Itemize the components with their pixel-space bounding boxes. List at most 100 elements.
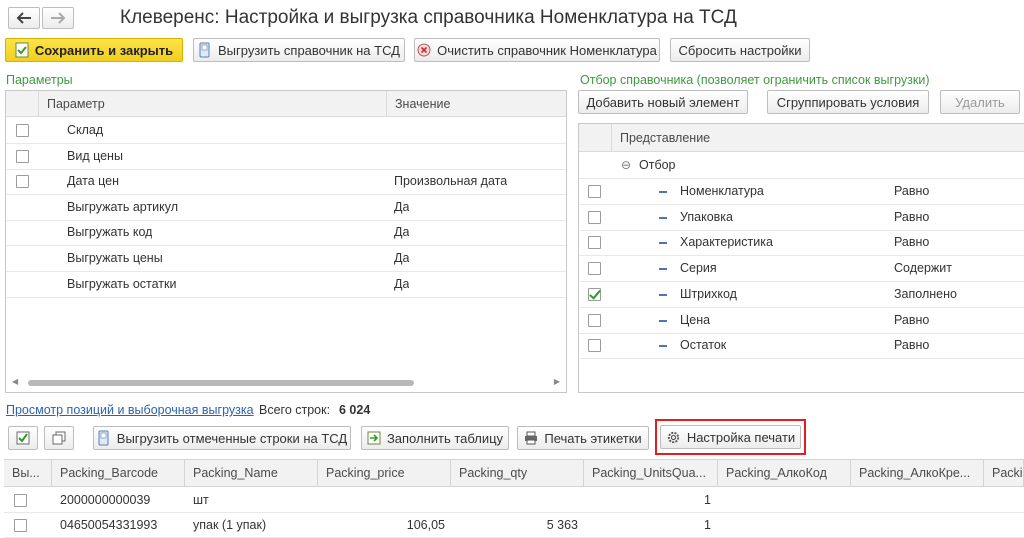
param-name: Выгружать остатки	[67, 276, 177, 291]
print-labels-button[interactable]: Печать этикетки	[517, 426, 649, 450]
filter-row[interactable]: Серия Содержит	[579, 256, 1024, 283]
param-value[interactable]: Да	[394, 220, 409, 245]
params-row[interactable]: Дата цен Произвольная дата	[6, 169, 566, 196]
grid-row-checkbox[interactable]	[14, 494, 27, 507]
filter-field-name: Серия	[680, 261, 717, 276]
filter-row[interactable]: Штрихкод Заполнено	[579, 282, 1024, 308]
filter-header-repr[interactable]: Представление	[611, 124, 1024, 152]
printer-icon	[524, 430, 538, 446]
params-section-label: Параметры	[6, 73, 73, 87]
back-button[interactable]	[8, 7, 40, 29]
clear-icon	[417, 42, 431, 58]
grid-header-cell[interactable]: Packing_АлкоКод	[718, 460, 851, 486]
upload-selected-label: Выгрузить отмеченные строки на ТСД	[116, 430, 348, 446]
group-conditions-button[interactable]: Сгруппировать условия	[767, 90, 929, 114]
clear-catalog-button[interactable]: Очистить справочник Номенклатура	[414, 38, 660, 62]
filter-condition[interactable]: Равно	[894, 179, 929, 204]
total-rows-label: Всего строк:	[259, 403, 331, 417]
uncheck-all-button[interactable]	[44, 426, 74, 450]
filter-condition[interactable]: Равно	[894, 205, 929, 230]
grid-cell-barcode: 2000000000039	[60, 493, 151, 507]
save-close-button[interactable]: Сохранить и закрыть	[5, 38, 183, 62]
grid-row-checkbox[interactable]	[14, 519, 27, 532]
filter-condition[interactable]: Равно	[894, 333, 929, 358]
param-value[interactable]: Да	[394, 272, 409, 297]
filter-condition[interactable]: Заполнено	[894, 282, 957, 307]
grid-row[interactable]: 04650054331993 упак (1 упак) 106,05 5 363 1	[4, 513, 1024, 538]
grid-header-cell[interactable]: Вы...	[4, 460, 52, 486]
grid-header-cell[interactable]: Packing_price	[318, 460, 451, 486]
add-element-button[interactable]: Добавить новый элемент	[578, 90, 748, 114]
filter-section-label: Отбор справочника (позволяет ограничить …	[580, 73, 930, 87]
filter-field-name: Остаток	[680, 338, 727, 353]
grid-header-cell[interactable]: Packing_Barcode	[52, 460, 185, 486]
filter-row[interactable]: Упаковка Равно	[579, 205, 1024, 231]
filter-condition[interactable]: Содержит	[894, 256, 952, 281]
param-checkbox[interactable]	[16, 149, 29, 163]
param-checkbox[interactable]	[16, 124, 29, 137]
params-row[interactable]: Выгружать код Да	[6, 220, 566, 247]
total-rows-value: 6 024	[339, 403, 371, 417]
params-row[interactable]: Выгружать остатки Да	[6, 272, 566, 298]
params-table: Параметр Значение Склад Вид цены Дата цен П…	[5, 90, 567, 393]
filter-condition[interactable]: Равно	[894, 230, 929, 255]
filter-row[interactable]: Номенклатура Равно	[579, 179, 1024, 205]
reset-settings-button[interactable]: Сбросить настройки	[670, 38, 810, 62]
grid-cell-name: шт	[193, 493, 209, 507]
filter-checkbox[interactable]	[588, 236, 601, 250]
grid-cell-name: упак (1 упак)	[193, 518, 267, 532]
params-scrollbar[interactable]: ◀ ▶	[12, 377, 560, 386]
filter-checkbox[interactable]	[588, 185, 601, 198]
param-checkbox[interactable]	[16, 175, 29, 189]
check-all-icon	[16, 431, 30, 445]
filter-row[interactable]: Остаток Равно	[579, 333, 1024, 360]
params-row[interactable]: Выгружать артикул Да	[6, 195, 566, 221]
condition-icon	[659, 319, 667, 322]
params-row[interactable]: Вид цены	[6, 144, 566, 170]
filter-checkbox[interactable]	[588, 262, 601, 276]
window-title: Клеверенс: Настройка и выгрузка справочн…	[120, 7, 737, 28]
group-conditions-label: Сгруппировать условия	[776, 94, 920, 110]
condition-icon	[659, 216, 667, 219]
params-header-value[interactable]: Значение	[386, 91, 566, 117]
grid-header-cell[interactable]: Packing_qty	[451, 460, 584, 486]
preview-link[interactable]: Просмотр позиций и выборочная выгрузка	[6, 403, 254, 417]
params-header-param[interactable]: Параметр	[38, 91, 386, 117]
print-settings-button[interactable]: Настройка печати	[660, 425, 801, 449]
fill-table-button[interactable]: Заполнить таблицу	[361, 426, 509, 450]
collapse-icon[interactable]: ⊖	[621, 153, 631, 178]
grid-header-cell[interactable]: Packing_UnitsQua...	[584, 460, 718, 486]
param-value[interactable]: Да	[394, 246, 409, 271]
filter-condition[interactable]: Равно	[894, 308, 929, 333]
forward-button[interactable]	[42, 7, 74, 29]
param-value[interactable]: Произвольная дата	[394, 169, 507, 194]
reset-settings-label: Сбросить настройки	[678, 42, 802, 58]
params-row[interactable]: Выгружать цены Да	[6, 246, 566, 272]
params-row[interactable]: Склад	[6, 118, 566, 144]
grid-row[interactable]: 2000000000039 шт 1	[4, 488, 1024, 513]
filter-checkbox[interactable]	[588, 313, 601, 327]
grid-cell-price: 106,05	[406, 518, 445, 532]
grid-header-cell[interactable]: Packi...	[984, 460, 1024, 486]
grid-cell-units: 1	[704, 518, 711, 532]
scroll-left-icon[interactable]: ◀	[12, 377, 18, 386]
filter-row[interactable]: Цена Равно	[579, 308, 1024, 334]
upload-selected-button[interactable]: Выгрузить отмеченные строки на ТСД	[93, 426, 351, 450]
check-all-button[interactable]	[8, 426, 38, 450]
upload-catalog-button[interactable]: Выгрузить справочник на ТСД	[193, 38, 405, 62]
scroll-right-icon[interactable]: ▶	[554, 377, 560, 386]
filter-checkbox[interactable]	[588, 210, 601, 224]
delete-button[interactable]: Удалить	[940, 90, 1020, 114]
grid-header-cell[interactable]: Packing_АлкоКре...	[851, 460, 984, 486]
param-value[interactable]: Да	[394, 195, 409, 220]
filter-checkbox[interactable]	[588, 339, 601, 353]
filter-group-row[interactable]: ⊖ Отбор	[579, 153, 1024, 179]
scroll-thumb[interactable]	[28, 380, 414, 386]
print-labels-label: Печать этикетки	[544, 430, 642, 446]
save-close-label: Сохранить и закрыть	[34, 42, 174, 58]
delete-label: Удалить	[955, 94, 1005, 110]
filter-checkbox[interactable]	[588, 287, 601, 301]
filter-row[interactable]: Характеристика Равно	[579, 230, 1024, 257]
param-name: Выгружать код	[67, 225, 153, 240]
grid-header-cell[interactable]: Packing_Name	[185, 460, 318, 486]
